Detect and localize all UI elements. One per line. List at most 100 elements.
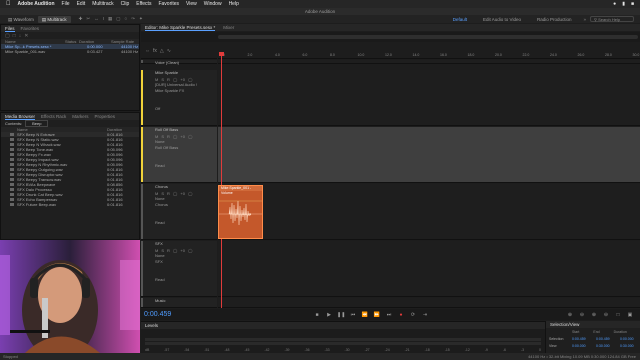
lasso-tool-icon[interactable]: ○	[125, 16, 128, 22]
apple-icon[interactable]: 	[6, 1, 11, 7]
track-header[interactable]: Roll Off Bass M S R ◯ +0 ◯ None Roll Off Bass Rea…	[141, 127, 217, 183]
control-center-icon[interactable]: ■	[631, 1, 634, 7]
audio-clip[interactable]: Mike Sparkle_001 - Volume	[218, 185, 263, 239]
arm-record-button[interactable]: R	[167, 248, 170, 253]
stop-icon[interactable]: ■	[313, 312, 321, 318]
menu-favorites[interactable]: Favorites	[158, 1, 179, 7]
delete-icon[interactable]: ✕	[24, 33, 28, 39]
track-lane[interactable]	[218, 241, 640, 297]
menu-help[interactable]: Help	[229, 1, 239, 7]
zoom-in-time-icon[interactable]: ⊕	[590, 312, 598, 318]
menu-clip[interactable]: Clip	[121, 1, 130, 7]
marquee-tool-icon[interactable]: ▢	[116, 16, 120, 22]
track-io-icon[interactable]: ⇔	[145, 48, 150, 54]
workspace-default[interactable]: Default	[445, 17, 475, 22]
track-control-row[interactable]: Read	[141, 277, 217, 283]
open-file-icon[interactable]: □	[13, 33, 16, 39]
slip-tool-icon[interactable]: ↔	[94, 16, 99, 22]
time-selection-tool-icon[interactable]: I	[103, 16, 104, 22]
track-header[interactable]: SFX M S R ◯ +0 ◯ None SFX Read	[141, 241, 217, 297]
workspace-edit-audio-to-video[interactable]: Edit Audio to Video	[475, 17, 529, 22]
time-ruler[interactable]: 0:02.04.06.08.010.012.014.016.018.020.02…	[218, 52, 640, 59]
track-lane[interactable]	[218, 298, 640, 308]
tab-editor[interactable]: Editor: Mike Sparkle Presets.sesx *	[145, 25, 216, 31]
menu-window[interactable]: Window	[204, 1, 222, 7]
arm-record-button[interactable]: R	[167, 134, 170, 139]
go-to-start-icon[interactable]: ⏮	[349, 312, 357, 318]
solo-button[interactable]: S	[161, 191, 164, 196]
loop-icon[interactable]: ⟳	[409, 312, 417, 318]
current-time[interactable]: 0:00.459	[141, 311, 221, 318]
menu-app-name[interactable]: Adobe Audition	[18, 1, 55, 7]
zoom-in-amplitude-icon[interactable]: ⊕	[566, 312, 574, 318]
import-icon[interactable]: ↓	[19, 33, 22, 39]
track-lane[interactable]	[218, 127, 640, 183]
track-lane[interactable]	[218, 184, 640, 240]
selection-end[interactable]: 0:00.459	[596, 337, 616, 341]
view-duration[interactable]: 0:30.000	[620, 344, 634, 348]
pan-knob-icon[interactable]: ◯	[188, 77, 192, 82]
workspace-radio-production[interactable]: Radio Production	[529, 17, 580, 22]
track-name[interactable]: Voice (Clean)	[141, 60, 217, 66]
battery-icon[interactable]: ▮	[622, 1, 625, 7]
pan-knob-icon[interactable]: ◯	[188, 134, 192, 139]
heal-tool-icon[interactable]: ✦	[139, 16, 143, 22]
tab-properties[interactable]: Properties	[94, 114, 115, 119]
menu-multitrack[interactable]: Multitrack	[92, 1, 113, 7]
play-icon[interactable]: ▶	[325, 312, 333, 318]
volume-knob-icon[interactable]: ◯	[173, 248, 177, 253]
volume-knob-icon[interactable]: ◯	[173, 77, 177, 82]
brush-tool-icon[interactable]: ✑	[131, 16, 135, 22]
pan-knob-icon[interactable]: ◯	[188, 191, 192, 196]
track-lane[interactable]	[218, 70, 640, 126]
track-eq-icon[interactable]: ∿	[167, 48, 171, 54]
tab-favorites[interactable]: Favorites	[21, 26, 40, 31]
file-row[interactable]: Mike Sparkle_001.wav 0:03.427 44100 Hz	[1, 49, 139, 54]
menu-view[interactable]: View	[186, 1, 197, 7]
volume-knob-icon[interactable]: ◯	[173, 191, 177, 196]
track-name[interactable]: Music	[141, 298, 217, 304]
media-item[interactable]: SFX Future Beep.wav 0:01.816	[1, 202, 139, 207]
zoom-out-time-icon[interactable]: ⊖	[602, 312, 610, 318]
playhead-handle[interactable]	[219, 52, 224, 56]
track-header[interactable]: Voice (Clean)	[141, 60, 217, 66]
track-lane[interactable]	[218, 60, 640, 64]
move-tool-icon[interactable]: ✚	[79, 16, 83, 22]
tab-media-browser[interactable]: Media Browser	[5, 114, 36, 120]
mute-button[interactable]: M	[155, 191, 158, 196]
selection-start[interactable]: 0:00.459	[572, 337, 592, 341]
menu-effects[interactable]: Effects	[136, 1, 151, 7]
new-file-icon[interactable]: ▢	[5, 33, 10, 39]
tab-files[interactable]: Files	[5, 26, 15, 32]
selection-duration[interactable]: 0:00.000	[620, 337, 634, 341]
menu-file[interactable]: File	[62, 1, 70, 7]
spectral-tool-icon[interactable]: ▦	[108, 16, 112, 22]
track-fx-icon[interactable]: fx	[153, 48, 157, 54]
wifi-icon[interactable]: ●	[613, 1, 616, 7]
track-control-row[interactable]: Off	[141, 106, 217, 112]
go-to-end-icon[interactable]: ⏭	[385, 312, 393, 318]
view-end[interactable]: 0:30.000	[596, 344, 616, 348]
track-gain[interactable]: +0	[180, 77, 185, 82]
search-help-field[interactable]: ⚲ Search Help	[590, 16, 634, 22]
view-start[interactable]: 0:00.000	[572, 344, 592, 348]
track-gain[interactable]: +0	[180, 191, 185, 196]
multitrack-view-button[interactable]: ▤ Multitrack	[37, 15, 71, 23]
arm-record-button[interactable]: R	[167, 191, 170, 196]
overview-scroll-thumb[interactable]	[218, 35, 638, 39]
record-icon[interactable]: ●	[397, 312, 405, 318]
volume-knob-icon[interactable]: ◯	[173, 134, 177, 139]
menu-edit[interactable]: Edit	[77, 1, 86, 7]
zoom-full-icon[interactable]: □	[614, 312, 622, 318]
tab-mixer[interactable]: Mixer	[223, 25, 234, 30]
mute-button[interactable]: M	[155, 77, 158, 82]
playhead[interactable]	[221, 52, 222, 308]
track-header[interactable]: Music	[141, 298, 217, 308]
mute-button[interactable]: M	[155, 248, 158, 253]
overview-bar[interactable]	[141, 32, 640, 42]
rewind-icon[interactable]: ⏪	[361, 312, 369, 318]
track-gain[interactable]: +0	[180, 248, 185, 253]
solo-button[interactable]: S	[161, 134, 164, 139]
waveform-view-button[interactable]: ▤ Waveform	[4, 16, 38, 23]
track-sends-icon[interactable]: △	[160, 48, 164, 54]
